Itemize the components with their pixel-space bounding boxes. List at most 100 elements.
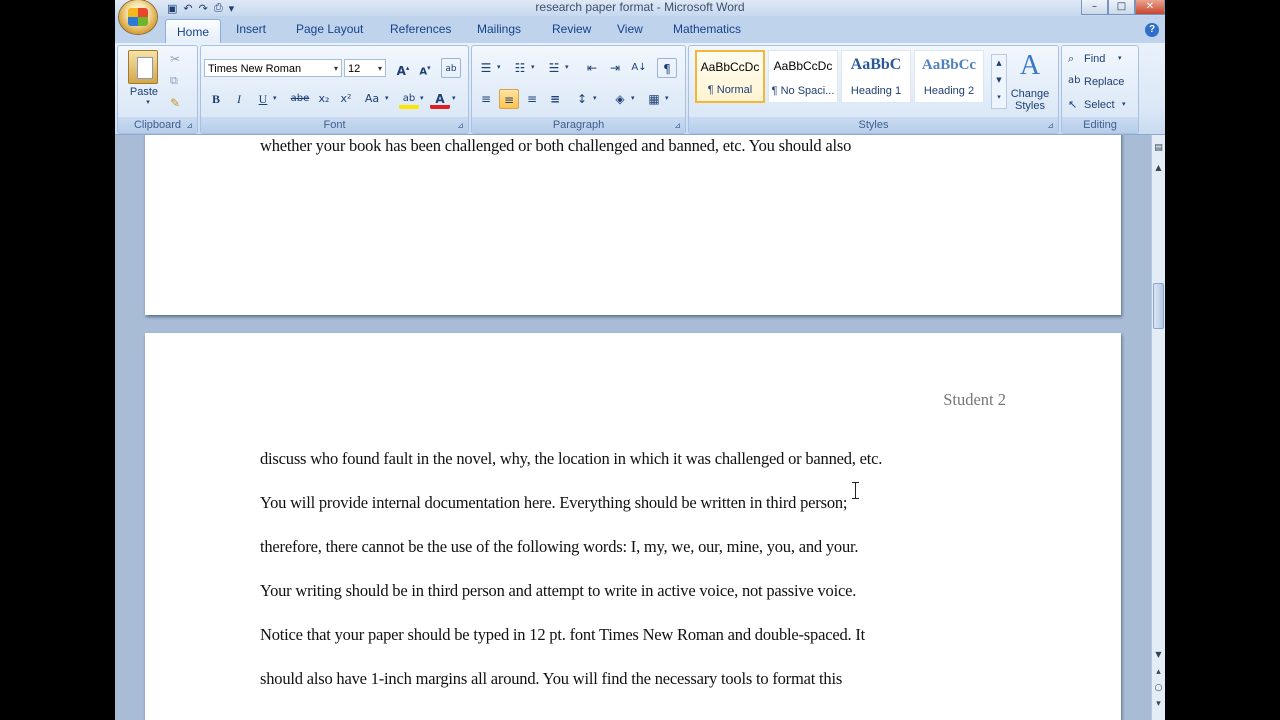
cut-icon[interactable]: ✂ <box>170 52 180 66</box>
editing-label: Editing <box>1062 117 1138 133</box>
italic-button[interactable]: I <box>229 89 249 109</box>
chevron-down-icon: ▾ <box>377 64 382 73</box>
tab-references[interactable]: References <box>390 22 451 36</box>
font-size-select[interactable]: 12 ▾ <box>344 59 386 77</box>
style-sample: AaBbCcDc <box>773 59 833 73</box>
show-formatting-icon[interactable]: ¶ <box>657 58 677 78</box>
font-color-icon[interactable]: A <box>430 89 450 109</box>
borders-icon[interactable]: ▦ <box>644 89 664 109</box>
format-painter-icon[interactable]: ✎ <box>170 96 180 110</box>
paste-dropdown-icon[interactable]: ▾ <box>128 98 168 106</box>
office-logo-icon <box>128 8 148 26</box>
tab-view[interactable]: View <box>617 22 643 36</box>
highlight-dropdown-icon[interactable]: ▾ <box>420 94 424 102</box>
sort-icon[interactable]: A↓ <box>629 58 649 78</box>
ribbon-tabs: Home Insert Page Layout References Maili… <box>115 16 1165 44</box>
office-button[interactable] <box>119 0 157 34</box>
paste-button[interactable]: Paste <box>124 86 164 98</box>
vertical-scrollbar[interactable]: ▤ ▲ ▼ ▴ ○ ▾ <box>1151 135 1165 720</box>
underline-button[interactable]: U <box>253 89 273 109</box>
justify-icon[interactable]: ≡ <box>545 89 565 109</box>
select-browse-object-icon[interactable]: ○ <box>1152 683 1165 697</box>
change-styles-button[interactable]: Change Styles <box>1005 88 1055 112</box>
view-ruler-icon[interactable]: ▤ <box>1152 143 1165 157</box>
numbering-icon[interactable]: ☷ <box>510 58 530 78</box>
tab-page-layout[interactable]: Page Layout <box>296 22 363 36</box>
paste-icon[interactable] <box>128 50 158 84</box>
tab-mailings[interactable]: Mailings <box>477 22 521 36</box>
font-color-dropdown-icon[interactable]: ▾ <box>452 94 456 102</box>
bullets-icon[interactable]: ☰ <box>476 58 496 78</box>
align-center-icon[interactable]: ≡ <box>499 89 519 109</box>
underline-dropdown-icon[interactable]: ▾ <box>273 94 277 102</box>
styles-group: AaBbCcDc ¶ Normal AaBbCcDc ¶ No Spaci...… <box>688 45 1059 134</box>
select-button[interactable]: Select <box>1084 99 1115 111</box>
print-preview-icon[interactable]: ⎙ <box>214 1 223 15</box>
copy-icon[interactable]: ⧉ <box>170 74 178 88</box>
save-icon[interactable]: ▣ <box>167 2 177 15</box>
help-icon[interactable]: ? <box>1145 23 1159 37</box>
strikethrough-button[interactable]: abe <box>287 89 313 109</box>
shading-dropdown-icon[interactable]: ▾ <box>631 94 635 102</box>
document-area[interactable]: whether your book has been challenged or… <box>115 135 1151 720</box>
scroll-thumb[interactable] <box>1153 283 1164 329</box>
highlight-icon[interactable]: ab <box>399 89 419 109</box>
multilevel-dropdown-icon[interactable]: ▾ <box>565 63 569 71</box>
style-normal[interactable]: AaBbCcDc ¶ Normal <box>695 50 765 103</box>
bullets-dropdown-icon[interactable]: ▾ <box>497 63 501 71</box>
paragraph-launcher-icon[interactable]: ⊿ <box>674 121 681 130</box>
change-styles-icon[interactable]: A <box>1010 50 1050 82</box>
font-family-select[interactable]: Times New Roman ▾ <box>204 59 342 77</box>
previous-page-icon[interactable]: ▴ <box>1152 667 1165 681</box>
shading-icon[interactable]: ◈ <box>610 89 630 109</box>
subscript-button[interactable]: x₂ <box>314 89 334 109</box>
tab-review[interactable]: Review <box>552 22 591 36</box>
change-case-dropdown-icon[interactable]: ▾ <box>385 94 389 102</box>
window-title: research paper format - Microsoft Word <box>535 0 745 14</box>
find-dropdown-icon[interactable]: ▾ <box>1118 54 1122 62</box>
numbering-dropdown-icon[interactable]: ▾ <box>531 63 535 71</box>
decrease-indent-icon[interactable]: ⇤ <box>582 58 602 78</box>
change-case-button[interactable]: Aa <box>359 89 385 109</box>
minimize-button[interactable]: – <box>1081 0 1108 15</box>
superscript-button[interactable]: x² <box>336 89 356 109</box>
increase-indent-icon[interactable]: ⇥ <box>605 58 625 78</box>
replace-button[interactable]: Replace <box>1084 76 1124 88</box>
scroll-down-icon[interactable]: ▼ <box>1152 650 1165 664</box>
bold-button[interactable]: B <box>206 89 226 109</box>
style-sample: AaBbC <box>850 56 902 73</box>
shrink-font-icon[interactable]: A▾ <box>415 58 435 78</box>
select-dropdown-icon[interactable]: ▾ <box>1122 100 1126 108</box>
page-2[interactable]: Student 2 discuss who found fault in the… <box>145 333 1121 720</box>
grow-font-icon[interactable]: A▴ <box>393 58 413 78</box>
chevron-down-icon: ▾ <box>333 64 338 73</box>
clipboard-launcher-icon[interactable]: ⊿ <box>186 121 193 130</box>
style-no-spacing[interactable]: AaBbCcDc ¶ No Spaci... <box>768 50 838 103</box>
undo-icon[interactable]: ↶ <box>183 2 192 15</box>
line-spacing-icon[interactable]: ↕ <box>572 89 592 109</box>
styles-launcher-icon[interactable]: ⊿ <box>1047 121 1054 130</box>
style-heading-1[interactable]: AaBbC Heading 1 <box>841 50 911 103</box>
maximize-button[interactable]: □ <box>1108 0 1135 15</box>
font-launcher-icon[interactable]: ⊿ <box>457 121 464 130</box>
page-1[interactable]: whether your book has been challenged or… <box>145 135 1121 315</box>
document-line: discuss who found fault in the novel, wh… <box>260 449 883 468</box>
tab-mathematics[interactable]: Mathematics <box>673 22 741 36</box>
find-button[interactable]: Find <box>1084 53 1105 65</box>
redo-icon[interactable]: ↷ <box>199 2 208 15</box>
next-page-icon[interactable]: ▾ <box>1152 699 1165 713</box>
paragraph-group: ☰ ▾ ☷ ▾ ☱ ▾ ⇤ ⇥ A↓ ¶ ≡ ≡ ≡ ≡ ↕ ▾ ◈ ▾ ▦ ▾… <box>471 45 686 134</box>
line-spacing-dropdown-icon[interactable]: ▾ <box>593 94 597 102</box>
multilevel-list-icon[interactable]: ☱ <box>544 58 564 78</box>
align-right-icon[interactable]: ≡ <box>522 89 542 109</box>
document-line: Your writing should be in third person a… <box>260 581 857 600</box>
style-heading-2[interactable]: AaBbCc Heading 2 <box>914 50 984 103</box>
scroll-up-icon[interactable]: ▲ <box>1152 163 1165 177</box>
tab-home[interactable]: Home <box>165 19 222 44</box>
clear-formatting-icon[interactable]: ab <box>441 58 461 78</box>
tab-insert[interactable]: Insert <box>236 22 266 36</box>
align-left-icon[interactable]: ≡ <box>476 89 496 109</box>
close-button[interactable]: ✕ <box>1135 0 1165 15</box>
customize-icon[interactable]: ▾ <box>229 2 235 15</box>
borders-dropdown-icon[interactable]: ▾ <box>665 94 669 102</box>
